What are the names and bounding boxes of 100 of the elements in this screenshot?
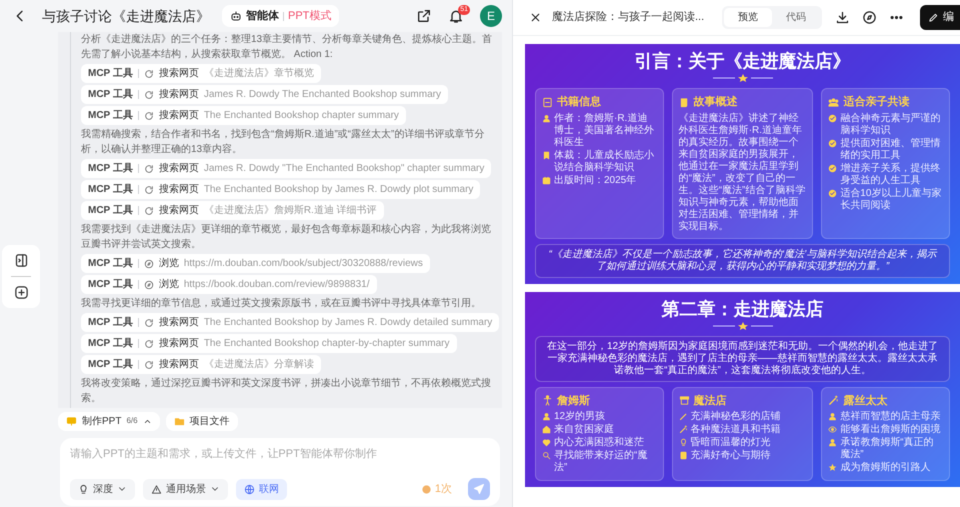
check-circle-icon: [828, 114, 838, 122]
person-icon: [542, 395, 553, 406]
task-label: 制作PPT: [82, 414, 122, 428]
folder-icon: [174, 416, 185, 426]
refresh-icon: [144, 318, 154, 328]
agent-mode-chip[interactable]: 智能体 PPT模式: [222, 4, 340, 28]
credits-label: 1次: [434, 482, 452, 497]
action-label: 搜索网页: [158, 162, 199, 176]
download-icon[interactable]: [835, 10, 850, 25]
project-files-chip[interactable]: 项目文件: [166, 412, 238, 430]
refresh-icon: [144, 164, 154, 174]
query-text: 《走进魔法店》分章解读: [204, 358, 314, 372]
magic-wand-icon: [678, 425, 688, 434]
slide-title: 第二章：走进魔法店: [660, 298, 824, 320]
tool-label: MCP 工具: [88, 88, 133, 102]
compass-icon: [144, 258, 154, 268]
action-label: 搜索网页: [158, 336, 199, 351]
view-tab[interactable]: 代码: [772, 8, 820, 27]
card-item-text: 充满神秘色彩的店铺: [690, 411, 781, 423]
agent-label: 智能体: [246, 8, 279, 24]
card-item-text: 体裁：儿童成长励志小说结合脑科学知识: [554, 150, 655, 174]
action-label: 浏览: [158, 278, 179, 292]
action-label: 浏览: [158, 256, 179, 271]
card-heading: 露丝太太: [843, 394, 888, 408]
card-item-text: 成为詹姆斯的引路人: [840, 462, 930, 474]
action-label: 搜索网页: [158, 204, 199, 218]
card-item-text: 各种魔法道具和书籍: [690, 424, 781, 436]
card-item-text: 内心充满困惑和迷茫: [554, 437, 644, 449]
person-icon: [542, 412, 551, 421]
action-label: 搜索网页: [158, 316, 199, 330]
card-item-text: 慈祥而智慧的店主母亲: [840, 411, 940, 423]
card-item-text: 充满好奇心与期待: [690, 450, 771, 462]
card-item-text: 作者：詹姆斯·R.道迪博士，美国著名神经外科医生: [554, 112, 655, 148]
lightbulb-icon: [78, 484, 89, 494]
query-text: The Enchanted Bookshop by James R. Dowdy plot summary: [204, 183, 474, 197]
prompt-input[interactable]: 请输入PPT的主题和需求，或上传文件，让PPT智能体帮你制作: [70, 446, 490, 462]
query-text: The Enchanted Bookshop chapter summary: [204, 109, 399, 123]
refresh-icon: [144, 110, 154, 120]
star-divider-drawing: [712, 74, 772, 82]
lightbulb-icon: [678, 438, 688, 447]
magic-wand-icon: [828, 395, 840, 406]
card-item-text: 承诺教詹姆斯“真正的魔法”: [840, 437, 935, 461]
log-text: 我需精确搜索，结合作者和书名，找到包含“詹姆斯R.道迪”或“露丝太太”的详细书评或章节分析，以确认并整理正确的13章内容。: [81, 128, 486, 157]
log-text: 我需要找到《走进魔法店》更详细的章节概览，最好包含每章标题和核心内容，为此我将浏览豆瓣书评并尝试英文搜索。: [81, 222, 492, 252]
query-text: 《走进魔法店》詹姆斯R.道迪 详细书评: [204, 204, 377, 218]
tool-label: MCP 工具: [88, 278, 133, 292]
option-dropdown[interactable]: 通用场景: [143, 478, 228, 500]
bookmark-icon: [542, 150, 551, 160]
project-files-label: 项目文件: [190, 414, 230, 428]
star-icon: [828, 463, 838, 472]
card-item-text: 昏暗而温馨的灯光: [690, 437, 771, 449]
close-icon[interactable]: [529, 11, 542, 24]
search-icon: [542, 451, 551, 460]
task-chip[interactable]: 制作PPT 6/6: [58, 412, 160, 430]
globe-icon: [244, 484, 255, 494]
card-heading: 詹姆斯: [557, 394, 590, 408]
card-paragraph: 《走进魔法店》讲述了神经外科医生詹姆斯·R.道迪童年的真实经历。故事围绕一个来自贫困家庭的男孩展开，他通过在一家魔法店里学到的“魔法”，改变了自己的一生。这些“魔法”结合了脑科学知识与神奇元素，帮助他面对生活困难、管理情绪，并实现目标。: [678, 112, 806, 232]
quote-text: “《走进魔法店》不仅是一个励志故事，它还将神奇的‘魔法’与脑科学知识结合起来，揭示了如何通过训练大脑和心灵，获得内心的平静和实现梦想的力量。”: [535, 244, 950, 278]
share-icon[interactable]: [416, 8, 432, 24]
query-text: https://book.douban.com/review/9898831/: [184, 278, 370, 292]
tool-label: MCP 工具: [88, 66, 133, 81]
user-avatar[interactable]: E: [480, 5, 502, 27]
slide-title: 引言：关于《走进魔法店》: [634, 50, 852, 72]
card-item-text: 能够看出詹姆斯的困境: [840, 424, 940, 436]
tool-label: MCP 工具: [88, 336, 133, 351]
edit-button[interactable]: 编: [920, 5, 960, 30]
new-chat-icon[interactable]: [14, 285, 28, 300]
action-label: 搜索网页: [158, 66, 199, 81]
card-item-text: 提供面对困难、管理情绪的实用工具: [840, 138, 942, 162]
tool-label: MCP 工具: [88, 256, 133, 271]
refresh-icon: [144, 206, 154, 216]
person-icon: [828, 438, 838, 447]
card-item-text: 适合10岁以上儿童与家长共同阅读: [840, 188, 942, 212]
person-icon: [828, 412, 838, 421]
tool-label: MCP 工具: [88, 316, 133, 330]
house-icon: [542, 425, 551, 434]
check-circle-icon: [828, 164, 838, 172]
refresh-icon: [144, 184, 154, 194]
card-item-text: 寻找能带来好运的“魔法”: [554, 450, 648, 474]
view-tab[interactable]: 预览: [724, 8, 772, 27]
refresh-icon: [144, 338, 154, 348]
tool-label: MCP 工具: [88, 204, 133, 218]
robot-icon: [230, 10, 242, 22]
group-icon: [828, 96, 840, 108]
mode-label: PPT模式: [288, 8, 332, 24]
card-heading: 书籍信息: [557, 94, 601, 110]
web-search-toggle[interactable]: 联网: [236, 478, 287, 500]
tool-label: MCP 工具: [88, 358, 133, 372]
compass-icon[interactable]: [862, 10, 877, 25]
query-text: James R. Dowdy "The Enchanted Bookshop" chapter summary: [204, 162, 484, 176]
preview-title: 魔法店探险：与孩子一起阅读...: [552, 10, 704, 26]
check-circle-icon: [828, 188, 838, 198]
option-dropdown[interactable]: 深度: [70, 478, 135, 500]
refresh-icon: [144, 360, 154, 370]
warning-triangle-icon: [151, 484, 162, 494]
action-label: 搜索网页: [158, 358, 199, 372]
pencil-icon: [928, 12, 939, 23]
card-heading: 故事概述: [694, 94, 738, 110]
card-item-text: 融合神奇元素与严谨的脑科学知识: [840, 112, 942, 136]
panel-toggle-icon[interactable]: [14, 253, 28, 268]
